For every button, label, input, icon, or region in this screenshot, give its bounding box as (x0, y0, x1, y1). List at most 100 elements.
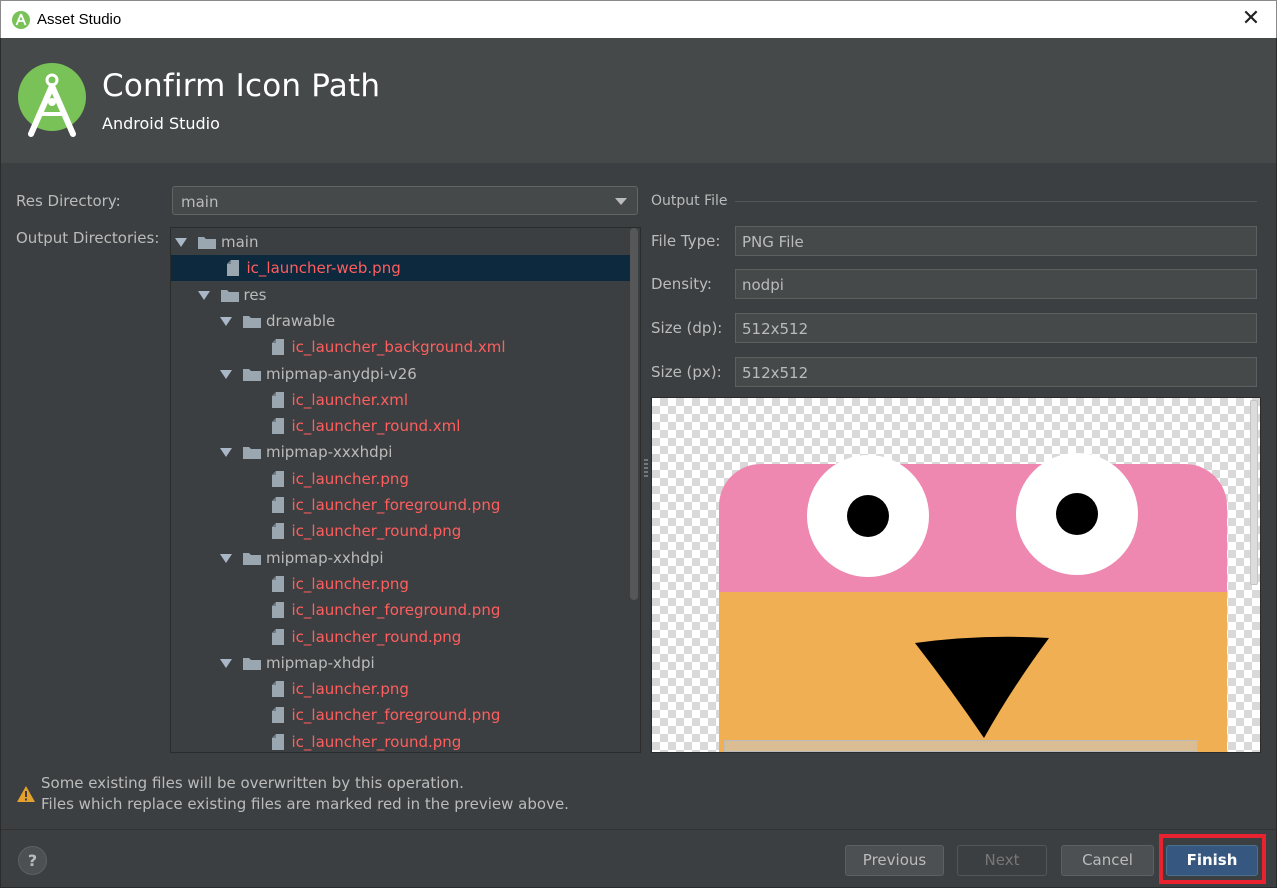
folder-icon (243, 368, 261, 381)
expand-triangle-icon[interactable] (220, 553, 232, 563)
file-icon (271, 628, 284, 645)
output-directories-tree[interactable]: ic_launcher_round.png ic_launcher_foregro… (170, 227, 641, 753)
tree-file-row[interactable]: ic_launcher_round.png (171, 729, 631, 752)
folder-icon (220, 289, 239, 302)
chevron-down-icon (615, 198, 627, 205)
preview-scrollbar[interactable] (1250, 400, 1258, 585)
expand-triangle-icon[interactable] (220, 448, 232, 458)
file-type-label: File Type: (651, 232, 721, 250)
next-button-label: Next (984, 851, 1020, 869)
tree-file-row[interactable]: ic_launcher.png (171, 466, 631, 492)
size-dp-value: 512x512 (742, 320, 809, 338)
tree-folder-row[interactable]: mipmap-xxxhdpi (171, 439, 631, 465)
tree-item-label: ic_launcher-web.png (246, 259, 401, 278)
tree-item-label: ic_launcher.png (291, 680, 409, 699)
density-label: Density: (651, 275, 712, 293)
expand-triangle-icon[interactable] (220, 658, 232, 668)
tree-folder-row[interactable]: res (171, 282, 631, 308)
close-icon[interactable]: ✕ (1240, 8, 1262, 30)
tree-file-row[interactable]: ic_launcher.xml (171, 387, 631, 413)
file-icon (271, 418, 284, 435)
tree-item-label: mipmap-xxxhdpi (266, 443, 393, 462)
tree-item-label: ic_launcher.png (291, 574, 409, 593)
file-icon (271, 575, 284, 592)
folder-icon (243, 315, 261, 328)
tree-item-label: res (243, 285, 267, 304)
tree-item-label: ic_launcher_foreground.png (291, 706, 501, 725)
size-px-value: 512x512 (742, 364, 809, 382)
tree-file-row[interactable]: ic_launcher_round.xml (171, 413, 631, 439)
icon-preview (651, 397, 1261, 753)
tree-file-row[interactable]: ic_launcher_round.png (171, 624, 631, 650)
tree-scrollbar[interactable] (630, 228, 638, 600)
tree-item-label: ic_launcher_background.xml (291, 338, 506, 357)
size-dp-label: Size (dp): (651, 319, 723, 337)
tree-item-label: ic_launcher_round.png (291, 732, 462, 751)
warning-line-1: Some existing files will be overwritten … (41, 774, 464, 792)
tree-item-label: main (221, 233, 259, 251)
android-studio-app-icon (12, 11, 30, 29)
tree-file-row[interactable]: ic_launcher.png (171, 571, 631, 597)
cancel-button[interactable]: Cancel (1061, 845, 1154, 876)
file-icon (271, 470, 284, 487)
res-directory-dropdown[interactable]: main (172, 186, 638, 215)
res-directory-value: main (181, 193, 219, 211)
next-button[interactable]: Next (957, 845, 1047, 876)
expand-triangle-icon[interactable] (175, 238, 187, 247)
tree-item-label: ic_launcher_foreground.png (291, 601, 501, 620)
file-type-value: PNG File (742, 233, 804, 251)
file-icon (271, 391, 284, 408)
tree-file-row[interactable]: ic_launcher_round.png (171, 518, 631, 544)
tree-file-row[interactable]: ic_launcher_foreground.png (171, 702, 631, 728)
file-icon (271, 602, 284, 619)
dialog-header: Confirm Icon Path Android Studio (0, 38, 1277, 163)
preview-horizontal-scrollbar[interactable] (724, 740, 1198, 752)
tree-file-row[interactable]: ic_launcher_foreground.png (171, 597, 631, 623)
res-directory-label: Res Directory: (16, 192, 121, 210)
splitter-handle-icon[interactable] (644, 458, 648, 478)
tree-item-label: ic_launcher_foreground.png (291, 496, 501, 514)
footer-divider (1, 829, 1276, 830)
file-icon (271, 707, 284, 724)
warning-line-2: Files which replace existing files are m… (41, 795, 569, 813)
help-button[interactable]: ? (18, 846, 47, 875)
expand-triangle-icon[interactable] (220, 369, 232, 379)
folder-icon (243, 657, 261, 670)
section-divider (735, 201, 1257, 202)
file-type-field: PNG File (735, 226, 1257, 256)
warning-icon (17, 786, 35, 802)
launcher-icon-preview (719, 453, 1227, 752)
folder-icon (243, 552, 261, 565)
previous-button[interactable]: Previous (845, 845, 944, 876)
density-field: nodpi (735, 269, 1257, 299)
tree-item-label: mipmap-anydpi-v26 (266, 364, 417, 383)
tree-folder-row[interactable]: drawable (171, 308, 631, 334)
tree-item-label: ic_launcher.png (291, 469, 409, 488)
tree-file-row[interactable]: ic_launcher_foreground.png (171, 492, 631, 518)
tree-item-label: mipmap-xhdpi (266, 653, 375, 672)
previous-button-label: Previous (862, 851, 927, 869)
tree-file-row[interactable]: ic_launcher-web.png (171, 255, 631, 282)
size-px-field: 512x512 (735, 357, 1257, 387)
android-studio-logo-icon (18, 63, 86, 137)
tree-item-label: ic_launcher_round.xml (291, 417, 461, 436)
expand-triangle-icon[interactable] (220, 316, 232, 326)
file-icon (271, 339, 284, 356)
tree-item-label: mipmap-xxhdpi (266, 548, 384, 567)
density-value: nodpi (742, 276, 784, 294)
tree-item-label: ic_launcher_round.png (291, 522, 462, 541)
tree-item-label: drawable (266, 311, 336, 330)
tree-file-row[interactable]: ic_launcher.png (171, 676, 631, 702)
expand-triangle-icon[interactable] (197, 290, 210, 300)
tree-folder-row[interactable]: main (171, 229, 631, 255)
tree-file-row[interactable]: ic_launcher_background.xml (171, 334, 631, 360)
tree-item-label: ic_launcher.xml (291, 390, 408, 409)
window-title: Asset Studio (37, 11, 122, 28)
tree-folder-row[interactable]: mipmap-anydpi-v26 (171, 361, 631, 387)
folder-icon (243, 447, 261, 460)
file-icon (271, 733, 284, 750)
folder-icon (198, 237, 216, 249)
page-subtitle: Android Studio (102, 114, 220, 133)
tree-folder-row[interactable]: mipmap-xhdpi (171, 650, 631, 676)
tree-folder-row[interactable]: mipmap-xxhdpi (171, 545, 631, 571)
